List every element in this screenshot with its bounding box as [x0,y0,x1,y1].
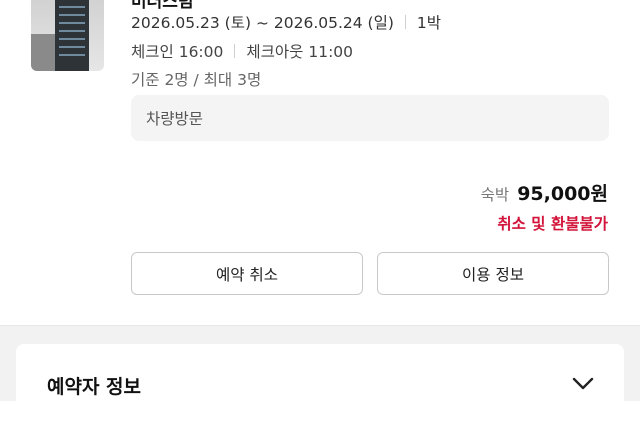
checkin-time: 체크인 16:00 [131,43,224,61]
checkout-time: 체크아웃 11:00 [246,43,354,61]
checkin-checkout-row: 체크인 16:00 체크아웃 11:00 [131,40,353,62]
reserver-info-title: 예약자 정보 [47,376,142,398]
reserver-info-card[interactable]: 예약자 정보 [16,344,624,424]
thumbnail-building [55,0,89,71]
visit-method: 차량방문 [146,110,204,128]
thumbnail-side-building [31,34,57,71]
stay-dates-row: 2026.05.23 (토) ~ 2026.05.24 (일) 1박 [131,11,441,33]
price-value: 95,000원 [517,183,608,205]
price-label: 숙박 [480,186,510,204]
cancel-reservation-button[interactable]: 예약 취소 [131,252,363,295]
divider [404,15,406,29]
refund-policy: 취소 및 환불불가 [497,215,608,233]
guest-capacity: 기준 2명 / 최대 3명 [131,71,262,89]
stay-dates: 2026.05.23 (토) ~ 2026.05.24 (일) [131,14,394,32]
chevron-down-icon[interactable] [572,377,594,391]
usage-info-button[interactable]: 이용 정보 [377,252,609,295]
divider [234,44,236,58]
price-row: 숙박 95,000원 [481,179,608,206]
stay-nights: 1박 [416,14,442,32]
property-thumbnail [31,0,104,71]
visit-method-box: 차량방문 [131,95,609,141]
